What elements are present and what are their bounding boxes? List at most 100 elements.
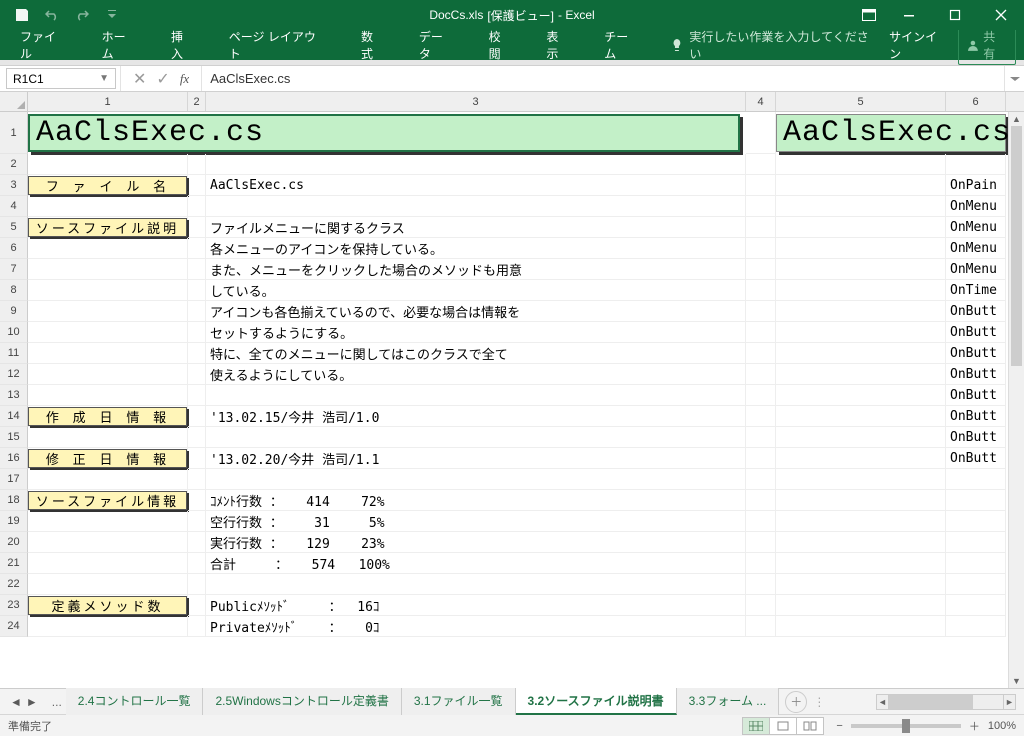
name-box[interactable]: R1C1 ▼ bbox=[6, 68, 116, 89]
cell[interactable] bbox=[776, 280, 946, 301]
cell[interactable] bbox=[776, 553, 946, 574]
cell[interactable]: ファイルメニューに関するクラス bbox=[206, 217, 746, 238]
cell[interactable] bbox=[188, 217, 206, 238]
cell[interactable] bbox=[776, 364, 946, 385]
cell[interactable]: している。 bbox=[206, 280, 746, 301]
expand-formula-bar-button[interactable] bbox=[1004, 66, 1024, 91]
cell[interactable]: '13.02.20/今井 浩司/1.1 bbox=[206, 448, 746, 469]
cell[interactable] bbox=[776, 511, 946, 532]
cell[interactable] bbox=[28, 553, 188, 574]
row-header[interactable]: 14 bbox=[0, 406, 28, 427]
row-header[interactable]: 18 bbox=[0, 490, 28, 511]
minimize-button[interactable] bbox=[886, 0, 932, 30]
cell[interactable] bbox=[188, 511, 206, 532]
cell[interactable] bbox=[28, 280, 188, 301]
cell[interactable] bbox=[188, 238, 206, 259]
cell[interactable]: OnButt bbox=[946, 448, 1006, 469]
cell[interactable] bbox=[946, 154, 1006, 175]
cell[interactable]: アイコンも各色揃えているので、必要な場合は情報を bbox=[206, 301, 746, 322]
cell[interactable] bbox=[188, 280, 206, 301]
cell[interactable] bbox=[206, 574, 746, 595]
cell[interactable]: OnButt bbox=[946, 406, 1006, 427]
cell[interactable] bbox=[28, 574, 188, 595]
cell[interactable] bbox=[776, 532, 946, 553]
insert-function-button[interactable]: fx bbox=[180, 71, 189, 87]
row-header[interactable]: 20 bbox=[0, 532, 28, 553]
cell[interactable] bbox=[28, 616, 188, 637]
cell[interactable] bbox=[28, 343, 188, 364]
cell[interactable] bbox=[746, 322, 776, 343]
cell[interactable] bbox=[746, 469, 776, 490]
cell[interactable] bbox=[28, 301, 188, 322]
row-header[interactable]: 8 bbox=[0, 280, 28, 301]
cell[interactable]: OnButt bbox=[946, 364, 1006, 385]
cell[interactable] bbox=[776, 343, 946, 364]
cell[interactable] bbox=[28, 364, 188, 385]
cell[interactable]: OnButt bbox=[946, 385, 1006, 406]
row-header[interactable]: 9 bbox=[0, 301, 28, 322]
row-header[interactable]: 4 bbox=[0, 196, 28, 217]
sheet-tab[interactable]: 3.3フォーム ... bbox=[677, 688, 780, 715]
cell[interactable] bbox=[746, 532, 776, 553]
cell[interactable]: 実行行数 ： 129 23% bbox=[206, 532, 746, 553]
cell[interactable] bbox=[28, 259, 188, 280]
cell[interactable] bbox=[776, 385, 946, 406]
cell[interactable] bbox=[28, 427, 188, 448]
cell[interactable] bbox=[188, 427, 206, 448]
cell[interactable] bbox=[776, 469, 946, 490]
cell[interactable] bbox=[188, 364, 206, 385]
cell[interactable]: 特に、全てのメニューに関してはこのクラスで全て bbox=[206, 343, 746, 364]
cell[interactable]: ソースファイル情報 bbox=[28, 490, 188, 511]
scroll-left-icon[interactable]: ◄ bbox=[877, 695, 889, 709]
select-all-corner[interactable] bbox=[0, 92, 28, 111]
sheet-nav-next[interactable]: ► bbox=[26, 695, 38, 709]
cell[interactable] bbox=[946, 616, 1006, 637]
cell[interactable] bbox=[188, 595, 206, 616]
cell[interactable] bbox=[746, 490, 776, 511]
cell[interactable]: OnButt bbox=[946, 427, 1006, 448]
row-header[interactable]: 5 bbox=[0, 217, 28, 238]
scrollbar-thumb[interactable] bbox=[1011, 126, 1022, 366]
cell[interactable] bbox=[746, 196, 776, 217]
row-header[interactable]: 15 bbox=[0, 427, 28, 448]
scroll-down-icon[interactable]: ▼ bbox=[1009, 674, 1024, 688]
cell[interactable] bbox=[188, 574, 206, 595]
zoom-percent[interactable]: 100% bbox=[988, 720, 1016, 732]
column-header[interactable]: 2 bbox=[188, 92, 206, 111]
cell[interactable]: ｺﾒﾝﾄ行数 ： 414 72% bbox=[206, 490, 746, 511]
cell[interactable] bbox=[188, 406, 206, 427]
column-header[interactable]: 5 bbox=[776, 92, 946, 111]
cell[interactable] bbox=[188, 469, 206, 490]
row-header[interactable]: 3 bbox=[0, 175, 28, 196]
page-break-view-button[interactable] bbox=[796, 717, 824, 735]
cell[interactable] bbox=[188, 196, 206, 217]
row-header[interactable]: 11 bbox=[0, 343, 28, 364]
cell[interactable]: また、メニューをクリックした場合のメソッドも用意 bbox=[206, 259, 746, 280]
page-layout-view-button[interactable] bbox=[769, 717, 797, 735]
cell[interactable] bbox=[776, 574, 946, 595]
cell[interactable] bbox=[28, 196, 188, 217]
cell[interactable]: 空行行数 ： 31 5% bbox=[206, 511, 746, 532]
ribbon-display-options-button[interactable] bbox=[852, 0, 886, 30]
sheet-nav-prev[interactable]: ◄ bbox=[10, 695, 22, 709]
title-banner[interactable]: AaClsExec.cs bbox=[28, 114, 740, 152]
cell[interactable] bbox=[28, 154, 188, 175]
row-header[interactable]: 10 bbox=[0, 322, 28, 343]
cell[interactable] bbox=[776, 448, 946, 469]
cell[interactable] bbox=[776, 490, 946, 511]
cell[interactable] bbox=[206, 154, 746, 175]
cell[interactable]: OnTime bbox=[946, 280, 1006, 301]
cell[interactable]: 修 正 日 情 報 bbox=[28, 448, 188, 469]
close-button[interactable] bbox=[978, 0, 1024, 30]
save-button[interactable] bbox=[8, 3, 36, 27]
cell[interactable] bbox=[746, 574, 776, 595]
column-header[interactable]: 1 bbox=[28, 92, 188, 111]
formula-input[interactable]: AaClsExec.cs bbox=[201, 66, 1004, 91]
cell[interactable] bbox=[746, 553, 776, 574]
enter-formula-icon[interactable]: ✓ bbox=[156, 69, 169, 89]
cell[interactable] bbox=[946, 553, 1006, 574]
row-header[interactable]: 1 bbox=[0, 112, 28, 154]
chevron-down-icon[interactable]: ▼ bbox=[99, 73, 109, 84]
cell[interactable] bbox=[776, 175, 946, 196]
cell[interactable] bbox=[946, 490, 1006, 511]
